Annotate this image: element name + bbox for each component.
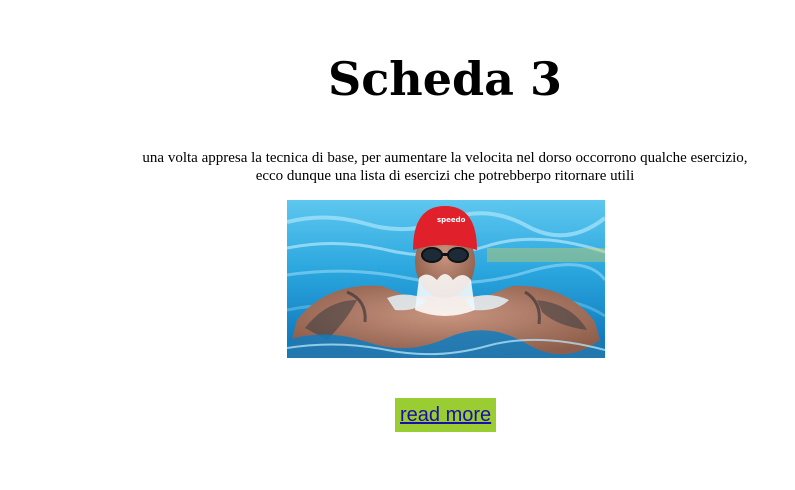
intro-line-2: ecco dunque una lista di esercizi che po… [255,168,635,184]
cap-logo-text: speedo [437,216,466,224]
intro-paragraph: una volta appresa la tecnica di base, pe… [100,149,790,185]
swimmer-photo: speedo [287,200,605,358]
page-title: Scheda 3 [328,52,562,106]
read-more-link[interactable]: read more [400,402,491,428]
intro-line-1: una volta appresa la tecnica di base, pe… [142,150,748,166]
